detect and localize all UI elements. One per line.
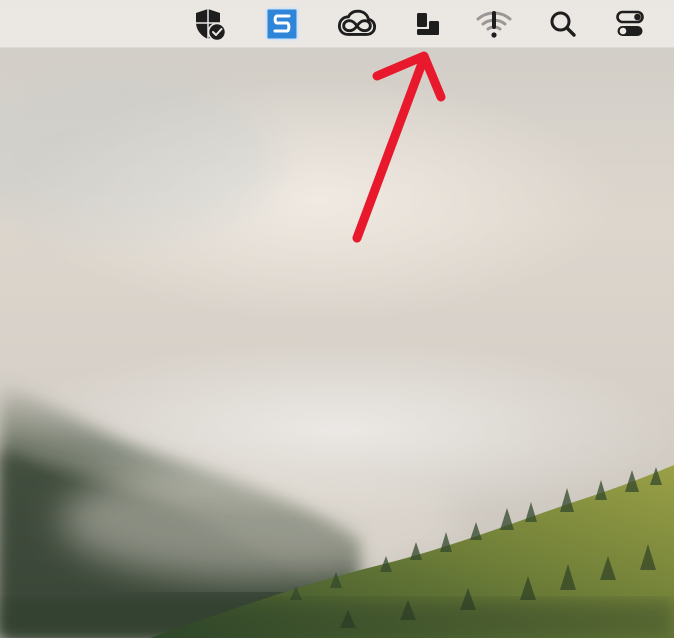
control-center-icon[interactable]	[610, 4, 650, 44]
search-icon[interactable]	[543, 4, 583, 44]
menu-bar	[0, 0, 674, 48]
snagit-icon[interactable]	[262, 4, 302, 44]
desktop-wallpaper	[0, 0, 674, 638]
creative-cloud-icon[interactable]	[337, 4, 377, 44]
stage-manager-icon[interactable]	[408, 4, 448, 44]
desktop-screen	[0, 0, 674, 638]
wifi-alert-icon[interactable]	[474, 4, 514, 44]
security-shield-icon[interactable]	[189, 4, 229, 44]
